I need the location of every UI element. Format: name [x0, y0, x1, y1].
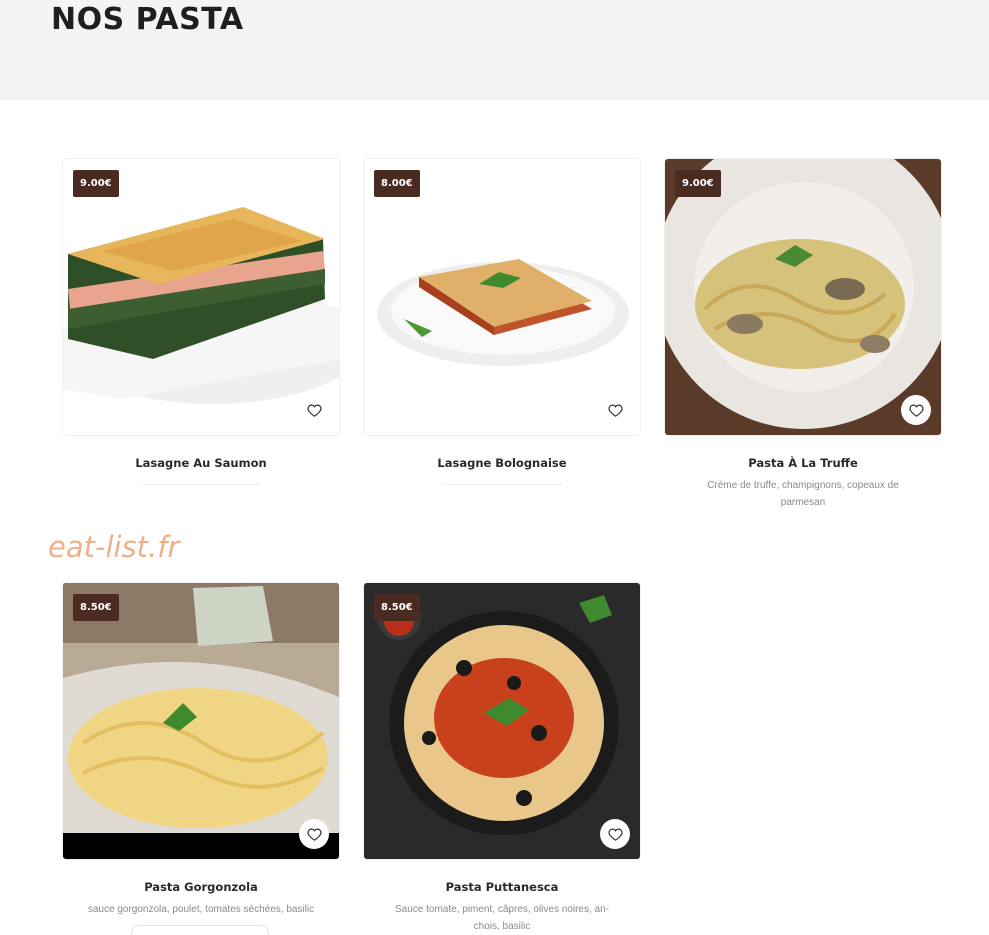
price-badge: 8.50€ [73, 594, 119, 621]
product-card[interactable]: 8.50€ Pasta Puttanesca Sauce tomate, pim… [363, 582, 641, 935]
bolognese-lasagna-photo [377, 259, 629, 366]
page-title: NOS PASTA [51, 2, 244, 37]
gorgonzola-pasta-photo [63, 583, 339, 833]
page-header: NOS PASTA [0, 0, 989, 100]
favorite-button[interactable] [299, 819, 329, 849]
heart-outline-icon [306, 404, 322, 417]
product-image[interactable]: 9.00€ [62, 158, 340, 436]
heart-outline-icon [607, 828, 623, 841]
product-name[interactable]: Pasta Gorgonzola [62, 880, 340, 894]
product-name[interactable]: Pasta Puttanesca [363, 880, 641, 894]
price-badge: 9.00€ [73, 170, 119, 197]
divider [442, 484, 562, 485]
product-image[interactable]: 9.00€ [664, 158, 942, 436]
heart-outline-icon [607, 404, 623, 417]
product-card[interactable]: 9.00€ Lasagne Au Saumon [62, 158, 340, 485]
product-image[interactable]: 8.50€ [62, 582, 340, 860]
product-card[interactable]: 8.00€ Lasagne Bolognaise [363, 158, 641, 485]
product-image[interactable]: 8.50€ [363, 582, 641, 860]
watermark: eat-list.fr [48, 530, 180, 564]
price-badge: 8.50€ [374, 594, 420, 621]
favorite-button[interactable] [299, 395, 329, 425]
product-image[interactable]: 8.00€ [363, 158, 641, 436]
favorite-button[interactable] [600, 395, 630, 425]
product-description: sauce gorgonzola, poulet, tomates séchée… [87, 904, 315, 915]
product-name[interactable]: Pasta À La Truffe [664, 456, 942, 470]
salmon-lasagna-photo [63, 207, 339, 404]
product-name[interactable]: Lasagne Au Saumon [62, 456, 340, 470]
product-description: Crème de truffe, champignons, copeaux de… [707, 480, 899, 508]
favorite-button[interactable] [600, 819, 630, 849]
product-card[interactable]: 9.00€ Pasta À La Truffe Crème de truffe,… [664, 158, 942, 511]
price-badge: 9.00€ [675, 170, 721, 197]
price-badge: 8.00€ [374, 170, 420, 197]
favorite-button[interactable] [901, 395, 931, 425]
divider [141, 484, 261, 485]
heart-outline-icon [908, 404, 924, 417]
heart-outline-icon [306, 828, 322, 841]
truffle-pasta-photo [665, 159, 941, 429]
product-name[interactable]: Lasagne Bolognaise [363, 456, 641, 470]
product-card[interactable]: 8.50€ Pasta Gorgonzola sauce gorgonzola,… [62, 582, 340, 918]
product-description: Sauce tomate, piment, câpres, olives noi… [395, 904, 609, 932]
puttanesca-pasta-photo [377, 595, 619, 835]
add-button[interactable] [131, 925, 269, 935]
